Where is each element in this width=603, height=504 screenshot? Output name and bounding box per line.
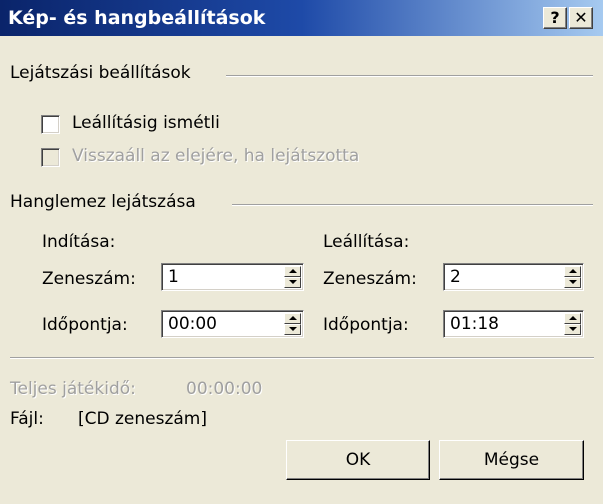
loop-checkbox-label[interactable]: Leállításig ismétli [72, 113, 220, 133]
ok-button[interactable]: OK [286, 440, 430, 480]
stop-time-down-button[interactable] [564, 324, 581, 335]
start-time-arrows [284, 313, 301, 335]
start-time-down-button[interactable] [284, 324, 301, 335]
start-time-up-button[interactable] [284, 313, 301, 324]
total-time-label: Teljes játékidő: [10, 379, 136, 399]
arrow-down-icon [569, 327, 577, 331]
arrow-down-icon [289, 327, 297, 331]
stop-track-stepper[interactable]: 2 [443, 263, 584, 291]
start-track-up-button[interactable] [284, 266, 301, 277]
arrow-down-icon [289, 280, 297, 284]
start-track-arrows [284, 266, 301, 288]
arrow-up-icon [289, 316, 297, 320]
window-title: Kép- és hangbeállítások [8, 7, 266, 29]
stop-time-up-button[interactable] [564, 313, 581, 324]
file-value: [CD zeneszám] [78, 409, 208, 429]
stop-time-stepper[interactable]: 01:18 [443, 310, 584, 338]
start-time-value[interactable]: 00:00 [168, 314, 217, 334]
stop-time-arrows [564, 313, 581, 335]
stop-time-value[interactable]: 01:18 [450, 314, 499, 334]
stop-time-label: Időpontja: [323, 315, 409, 335]
section-separator [10, 357, 594, 359]
total-time-value: 00:00:00 [186, 379, 263, 399]
dialog-window: Kép- és hangbeállítások ? ✕ Lejátszási b… [0, 0, 603, 504]
arrow-up-icon [289, 269, 297, 273]
cd-playback-divider [232, 204, 593, 206]
start-time-label: Időpontja: [42, 315, 128, 335]
title-bar: Kép- és hangbeállítások ? ✕ [0, 0, 603, 36]
start-track-stepper[interactable]: 1 [161, 263, 304, 291]
stop-track-down-button[interactable] [564, 277, 581, 288]
stop-track-value[interactable]: 2 [450, 267, 461, 287]
cd-playback-label: Hanglemez lejátszása [10, 192, 196, 212]
start-track-down-button[interactable] [284, 277, 301, 288]
playback-settings-label: Lejátszási beállítások [10, 63, 191, 83]
close-button[interactable]: ✕ [569, 7, 593, 29]
file-label: Fájl: [10, 409, 44, 429]
arrow-down-icon [569, 280, 577, 284]
stop-track-up-button[interactable] [564, 266, 581, 277]
help-button[interactable]: ? [543, 7, 567, 29]
start-heading: Indítása: [42, 232, 116, 252]
stop-track-arrows [564, 266, 581, 288]
loop-checkbox[interactable] [41, 115, 60, 134]
cancel-button[interactable]: Mégse [439, 440, 584, 480]
start-track-label: Zeneszám: [42, 269, 136, 289]
stop-heading: Leállítása: [323, 232, 410, 252]
arrow-up-icon [569, 316, 577, 320]
rewind-checkbox-label: Visszaáll az elejére, ha lejátszotta [72, 146, 360, 166]
close-icon: ✕ [574, 8, 588, 27]
playback-settings-divider [226, 75, 593, 77]
stop-track-label: Zeneszám: [323, 269, 417, 289]
start-track-value[interactable]: 1 [168, 267, 179, 287]
rewind-checkbox [41, 148, 60, 167]
start-time-stepper[interactable]: 00:00 [161, 310, 304, 338]
arrow-up-icon [569, 269, 577, 273]
